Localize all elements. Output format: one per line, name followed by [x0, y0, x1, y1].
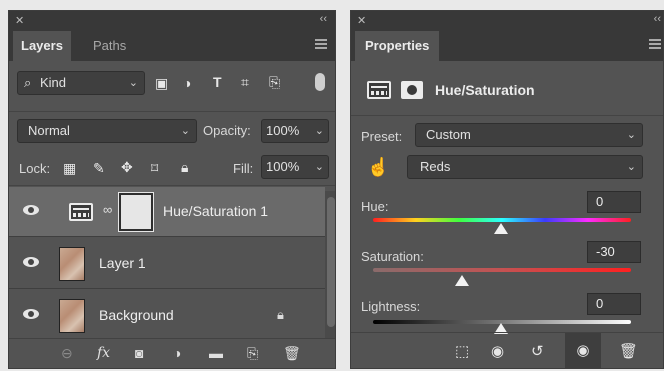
saturation-input[interactable]: -30	[587, 241, 641, 263]
layers-bottom-toolbar: ⊖ fx ◙ ◑ ▬ ⎘ 🗑︎	[9, 338, 335, 368]
lock-icon: 🔒︎	[277, 307, 284, 322]
preset-label: Preset:	[361, 129, 403, 144]
reset-icon[interactable]: ↺	[531, 342, 544, 360]
properties-panel: ✕ ‹‹ Properties Hue/Saturation Preset: C…	[350, 10, 664, 369]
clip-to-layer-icon[interactable]: ⬚	[455, 342, 469, 360]
fill-input[interactable]: 100% ⌄	[261, 155, 329, 179]
tab-paths[interactable]: Paths	[85, 31, 134, 61]
saturation-label: Saturation:	[361, 249, 424, 264]
opacity-value: 100%	[266, 123, 300, 138]
layer-name: Hue/Saturation 1	[163, 203, 269, 219]
blend-mode-value: Normal	[28, 123, 70, 138]
visibility-eye-icon[interactable]	[23, 309, 39, 319]
new-adjustment-layer-icon[interactable]: ◑	[173, 345, 181, 361]
lock-artboard-icon[interactable]: ⌑	[151, 160, 158, 177]
layer-name: Layer 1	[99, 255, 146, 271]
trash-icon[interactable]: 🗑︎	[619, 342, 638, 360]
close-icon[interactable]: ✕	[357, 14, 366, 27]
hue-slider-thumb[interactable]	[494, 223, 508, 234]
opacity-input[interactable]: 100% ⌄	[261, 119, 329, 143]
adjustment-layer-icon[interactable]	[367, 81, 391, 99]
mask-icon[interactable]	[401, 81, 423, 99]
pixel-filter-icon[interactable]: ▣	[155, 75, 168, 92]
lock-position-icon[interactable]: ✥	[121, 159, 133, 176]
new-layer-icon[interactable]: ⎘	[247, 345, 258, 362]
lightness-label: Lightness:	[361, 299, 421, 314]
fill-label: Fill:	[233, 161, 254, 176]
close-icon[interactable]: ✕	[15, 14, 24, 27]
add-mask-icon[interactable]: ◙	[135, 345, 143, 361]
saturation-slider-thumb[interactable]	[455, 275, 469, 286]
panel-menu-icon[interactable]	[315, 39, 327, 49]
chevron-down-icon[interactable]: ⌄	[315, 156, 324, 178]
layer-row-hue-saturation[interactable]: ∞ Hue/Saturation 1	[9, 187, 325, 237]
search-icon: ⌕	[24, 75, 32, 90]
properties-tabbar: Properties	[351, 31, 663, 61]
preset-value: Custom	[426, 127, 471, 142]
hue-input[interactable]: 0	[587, 191, 641, 213]
saturation-slider-track[interactable]	[373, 268, 631, 272]
adjustment-filter-icon[interactable]: ◑	[183, 75, 191, 91]
view-previous-state-icon[interactable]: ◉	[491, 342, 504, 360]
visibility-eye-icon[interactable]	[23, 257, 39, 267]
opacity-label: Opacity:	[203, 123, 251, 138]
collapse-icon[interactable]: ‹‹	[320, 13, 327, 25]
tab-layers[interactable]: Layers	[13, 31, 71, 61]
fx-icon[interactable]: fx	[97, 345, 110, 361]
layer-thumbnail	[59, 299, 85, 333]
hue-label: Hue:	[361, 199, 389, 214]
divider	[9, 185, 335, 186]
adjustment-layer-icon	[69, 203, 93, 221]
chevron-down-icon: ⌄	[128, 77, 138, 89]
lock-all-icon[interactable]: 🔒︎	[181, 159, 188, 176]
type-filter-icon[interactable]: T	[213, 74, 222, 90]
layer-row-background[interactable]: Background 🔒︎	[9, 291, 325, 341]
filter-kind-select[interactable]: ⌕ Kind ⌄	[17, 71, 145, 95]
lock-image-brush-icon[interactable]: ✎	[93, 160, 105, 177]
layer-thumbnail	[59, 247, 85, 281]
chevron-down-icon: ⌄	[626, 161, 636, 173]
hue-slider-track[interactable]	[373, 218, 631, 222]
collapse-icon[interactable]: ‹‹	[654, 13, 661, 25]
properties-bottom-toolbar: ⬚ ◉ ↺ ◉ 🗑︎	[351, 332, 663, 368]
toggle-visibility-eye-icon[interactable]: ◉	[565, 333, 601, 368]
tab-properties[interactable]: Properties	[355, 31, 440, 61]
layer-mask-thumbnail[interactable]	[118, 192, 154, 232]
preset-select[interactable]: Custom ⌄	[415, 123, 643, 147]
layers-panel: ✕ ‹‹ Layers Paths ⌕ Kind ⌄ ▣ ◑ T ⌗ ⎘ Nor…	[8, 10, 336, 369]
visibility-eye-icon[interactable]	[23, 205, 39, 215]
layers-tabbar: Layers Paths	[9, 31, 335, 61]
divider	[351, 115, 663, 116]
lock-label: Lock:	[19, 161, 51, 176]
smart-object-filter-icon[interactable]: ⎘	[269, 74, 280, 91]
chevron-down-icon: ⌄	[180, 125, 190, 137]
trash-icon[interactable]: 🗑︎	[283, 345, 301, 362]
targeted-adjustment-hand-icon[interactable]: ☝	[367, 157, 389, 178]
color-range-value: Reds	[420, 159, 451, 174]
lightness-input[interactable]: 0	[587, 293, 641, 315]
shape-filter-icon[interactable]: ⌗	[241, 74, 249, 91]
color-range-select[interactable]: Reds ⌄	[407, 155, 643, 179]
link-layers-icon[interactable]: ⊖	[61, 345, 73, 362]
fill-value: 100%	[266, 159, 300, 174]
lock-transparent-icon[interactable]: ▦	[63, 160, 76, 177]
panel-menu-icon[interactable]	[649, 39, 661, 49]
properties-titlebar: ✕ ‹‹	[351, 11, 663, 31]
divider	[9, 111, 335, 112]
new-group-folder-icon[interactable]: ▬	[209, 345, 223, 361]
adjustment-title: Hue/Saturation	[435, 82, 535, 98]
chevron-down-icon: ⌄	[626, 129, 636, 141]
link-chain-icon[interactable]: ∞	[103, 202, 112, 217]
chevron-down-icon[interactable]: ⌄	[315, 120, 324, 142]
filter-kind-label: Kind	[40, 75, 67, 90]
blend-mode-select[interactable]: Normal ⌄	[17, 119, 197, 143]
scrollbar-thumb[interactable]	[327, 197, 335, 327]
layers-titlebar: ✕ ‹‹	[9, 11, 335, 31]
layer-name: Background	[99, 307, 174, 323]
layer-row-layer-1[interactable]: Layer 1	[9, 239, 325, 289]
filter-toggle[interactable]	[315, 73, 325, 91]
